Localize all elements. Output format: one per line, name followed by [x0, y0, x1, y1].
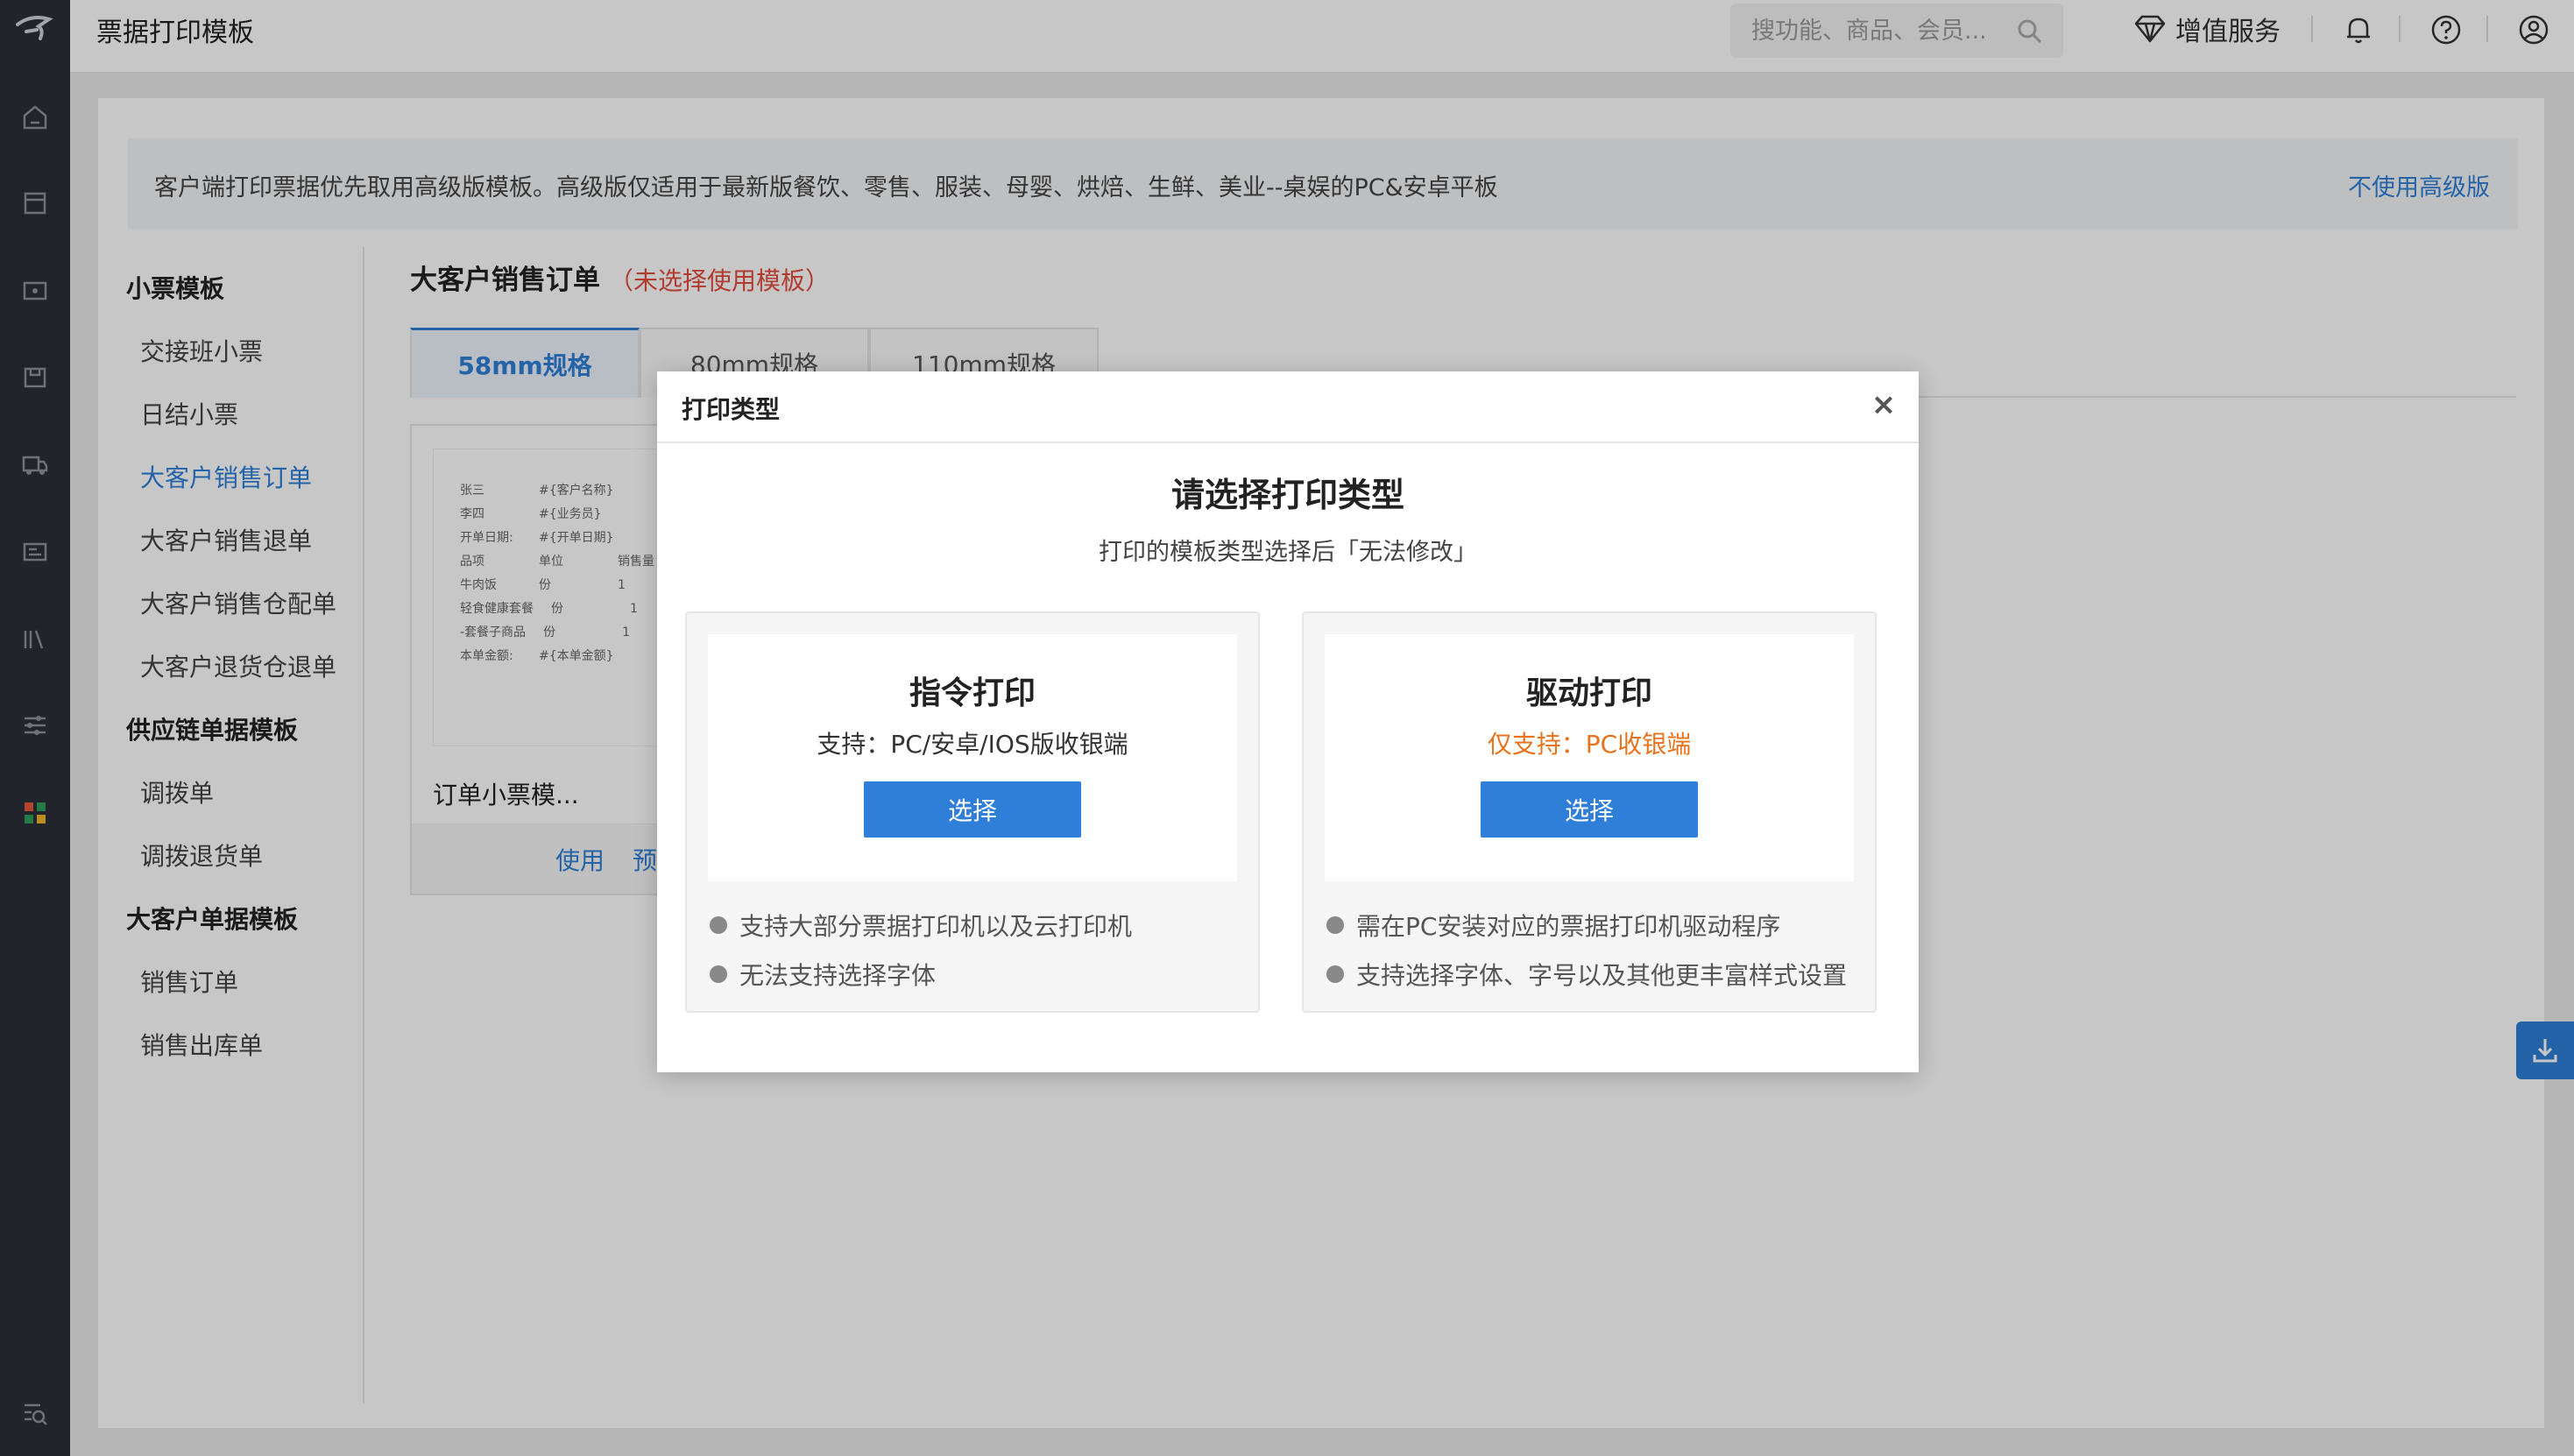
select-command-print-button[interactable]: 选择 — [864, 781, 1081, 838]
option-title: 驱动打印 — [1525, 675, 1652, 711]
option-card: 驱动打印 仅支持：PC收银端 选择 — [1325, 634, 1854, 881]
dialog-heading: 请选择打印类型 — [1170, 476, 1404, 514]
dialog-subtitle: 打印的模板类型选择后「无法修改」 — [1099, 539, 1477, 566]
feature-item: 无法支持选择字体 — [710, 957, 936, 992]
option-command-print: 指令打印 支持：PC/安卓/IOS版收银端 选择 支持大部分票据打印机以及云打印… — [685, 611, 1260, 1013]
dialog-title: 打印类型 — [682, 395, 781, 424]
feature-item: 需在PC安装对应的票据打印机驱动程序 — [1326, 908, 1780, 943]
bullet-icon — [1326, 916, 1344, 934]
print-type-dialog: 打印类型 × 请选择打印类型 打印的模板类型选择后「无法修改」 指令打印 支持：… — [657, 371, 1919, 1072]
close-icon[interactable]: × — [1868, 389, 1899, 421]
option-support: 仅支持：PC收银端 — [1487, 730, 1692, 759]
bullet-icon — [710, 916, 727, 934]
option-support: 支持：PC/安卓/IOS版收银端 — [817, 730, 1128, 759]
bullet-icon — [710, 965, 727, 983]
option-title: 指令打印 — [909, 675, 1036, 711]
select-driver-print-button[interactable]: 选择 — [1481, 781, 1698, 838]
feature-item: 支持选择字体、字号以及其他更丰富样式设置 — [1326, 957, 1847, 992]
dialog-header: 打印类型 × — [657, 371, 1919, 443]
option-driver-print: 驱动打印 仅支持：PC收银端 选择 需在PC安装对应的票据打印机驱动程序 支持选… — [1302, 611, 1877, 1013]
bullet-icon — [1326, 965, 1344, 983]
option-card: 指令打印 支持：PC/安卓/IOS版收银端 选择 — [708, 634, 1237, 881]
feature-item: 支持大部分票据打印机以及云打印机 — [710, 908, 1132, 943]
